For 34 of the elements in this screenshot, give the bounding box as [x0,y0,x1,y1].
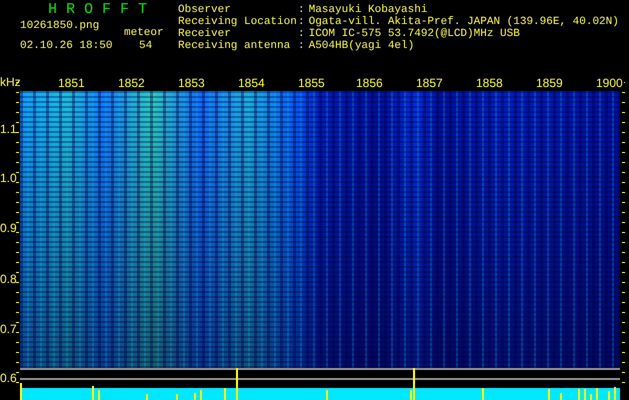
info-label: Receiving antenna [178,40,292,52]
meteor-count: 54 [139,40,152,52]
time-label: 1852 [117,77,146,90]
time-label: 1859 [535,77,564,90]
axis-label: 1.1 [0,123,17,135]
axis-label: 0.8 [0,273,17,285]
time-label: 1856 [355,77,384,90]
axis-label: 0.9 [0,222,17,234]
time-label: 1855 [297,77,326,90]
info-separator: : [298,16,305,28]
axis-label: 1.0 [0,172,17,184]
info-label: Receiver [178,28,232,40]
time-label: 1900 [595,77,624,90]
time-label: 1853 [177,77,206,90]
info-value: Ogata-vill. Akita-Pref. JAPAN (139.96E, 40.02N) [308,16,619,28]
count-label: meteor [124,27,164,39]
axis-label: 0.6 [0,372,17,384]
info-separator: : [298,4,305,16]
time-label: 1858 [475,77,504,90]
time-label: 1851 [57,77,86,90]
time-label: 1854 [237,77,266,90]
info-value: A504HB(yagi 4el) [308,40,414,52]
date-time: 02.10.26 18:50 [20,40,112,52]
info-label: Receiving Location [178,16,298,28]
info-separator: : [298,40,305,52]
axis-label: 0.7 [0,323,17,335]
app-title: H R O F F T [47,0,148,17]
info-value: ICOM IC-575 53.7492(@LCD)MHz USB [308,28,520,40]
info-separator: : [298,28,305,40]
info-label: Observer [178,4,232,16]
info-value: Masayuki Kobayashi [308,4,428,16]
file-name: 10261850.png [20,20,100,32]
axis-unit: kHz [0,76,21,88]
time-label: 1857 [415,77,444,90]
